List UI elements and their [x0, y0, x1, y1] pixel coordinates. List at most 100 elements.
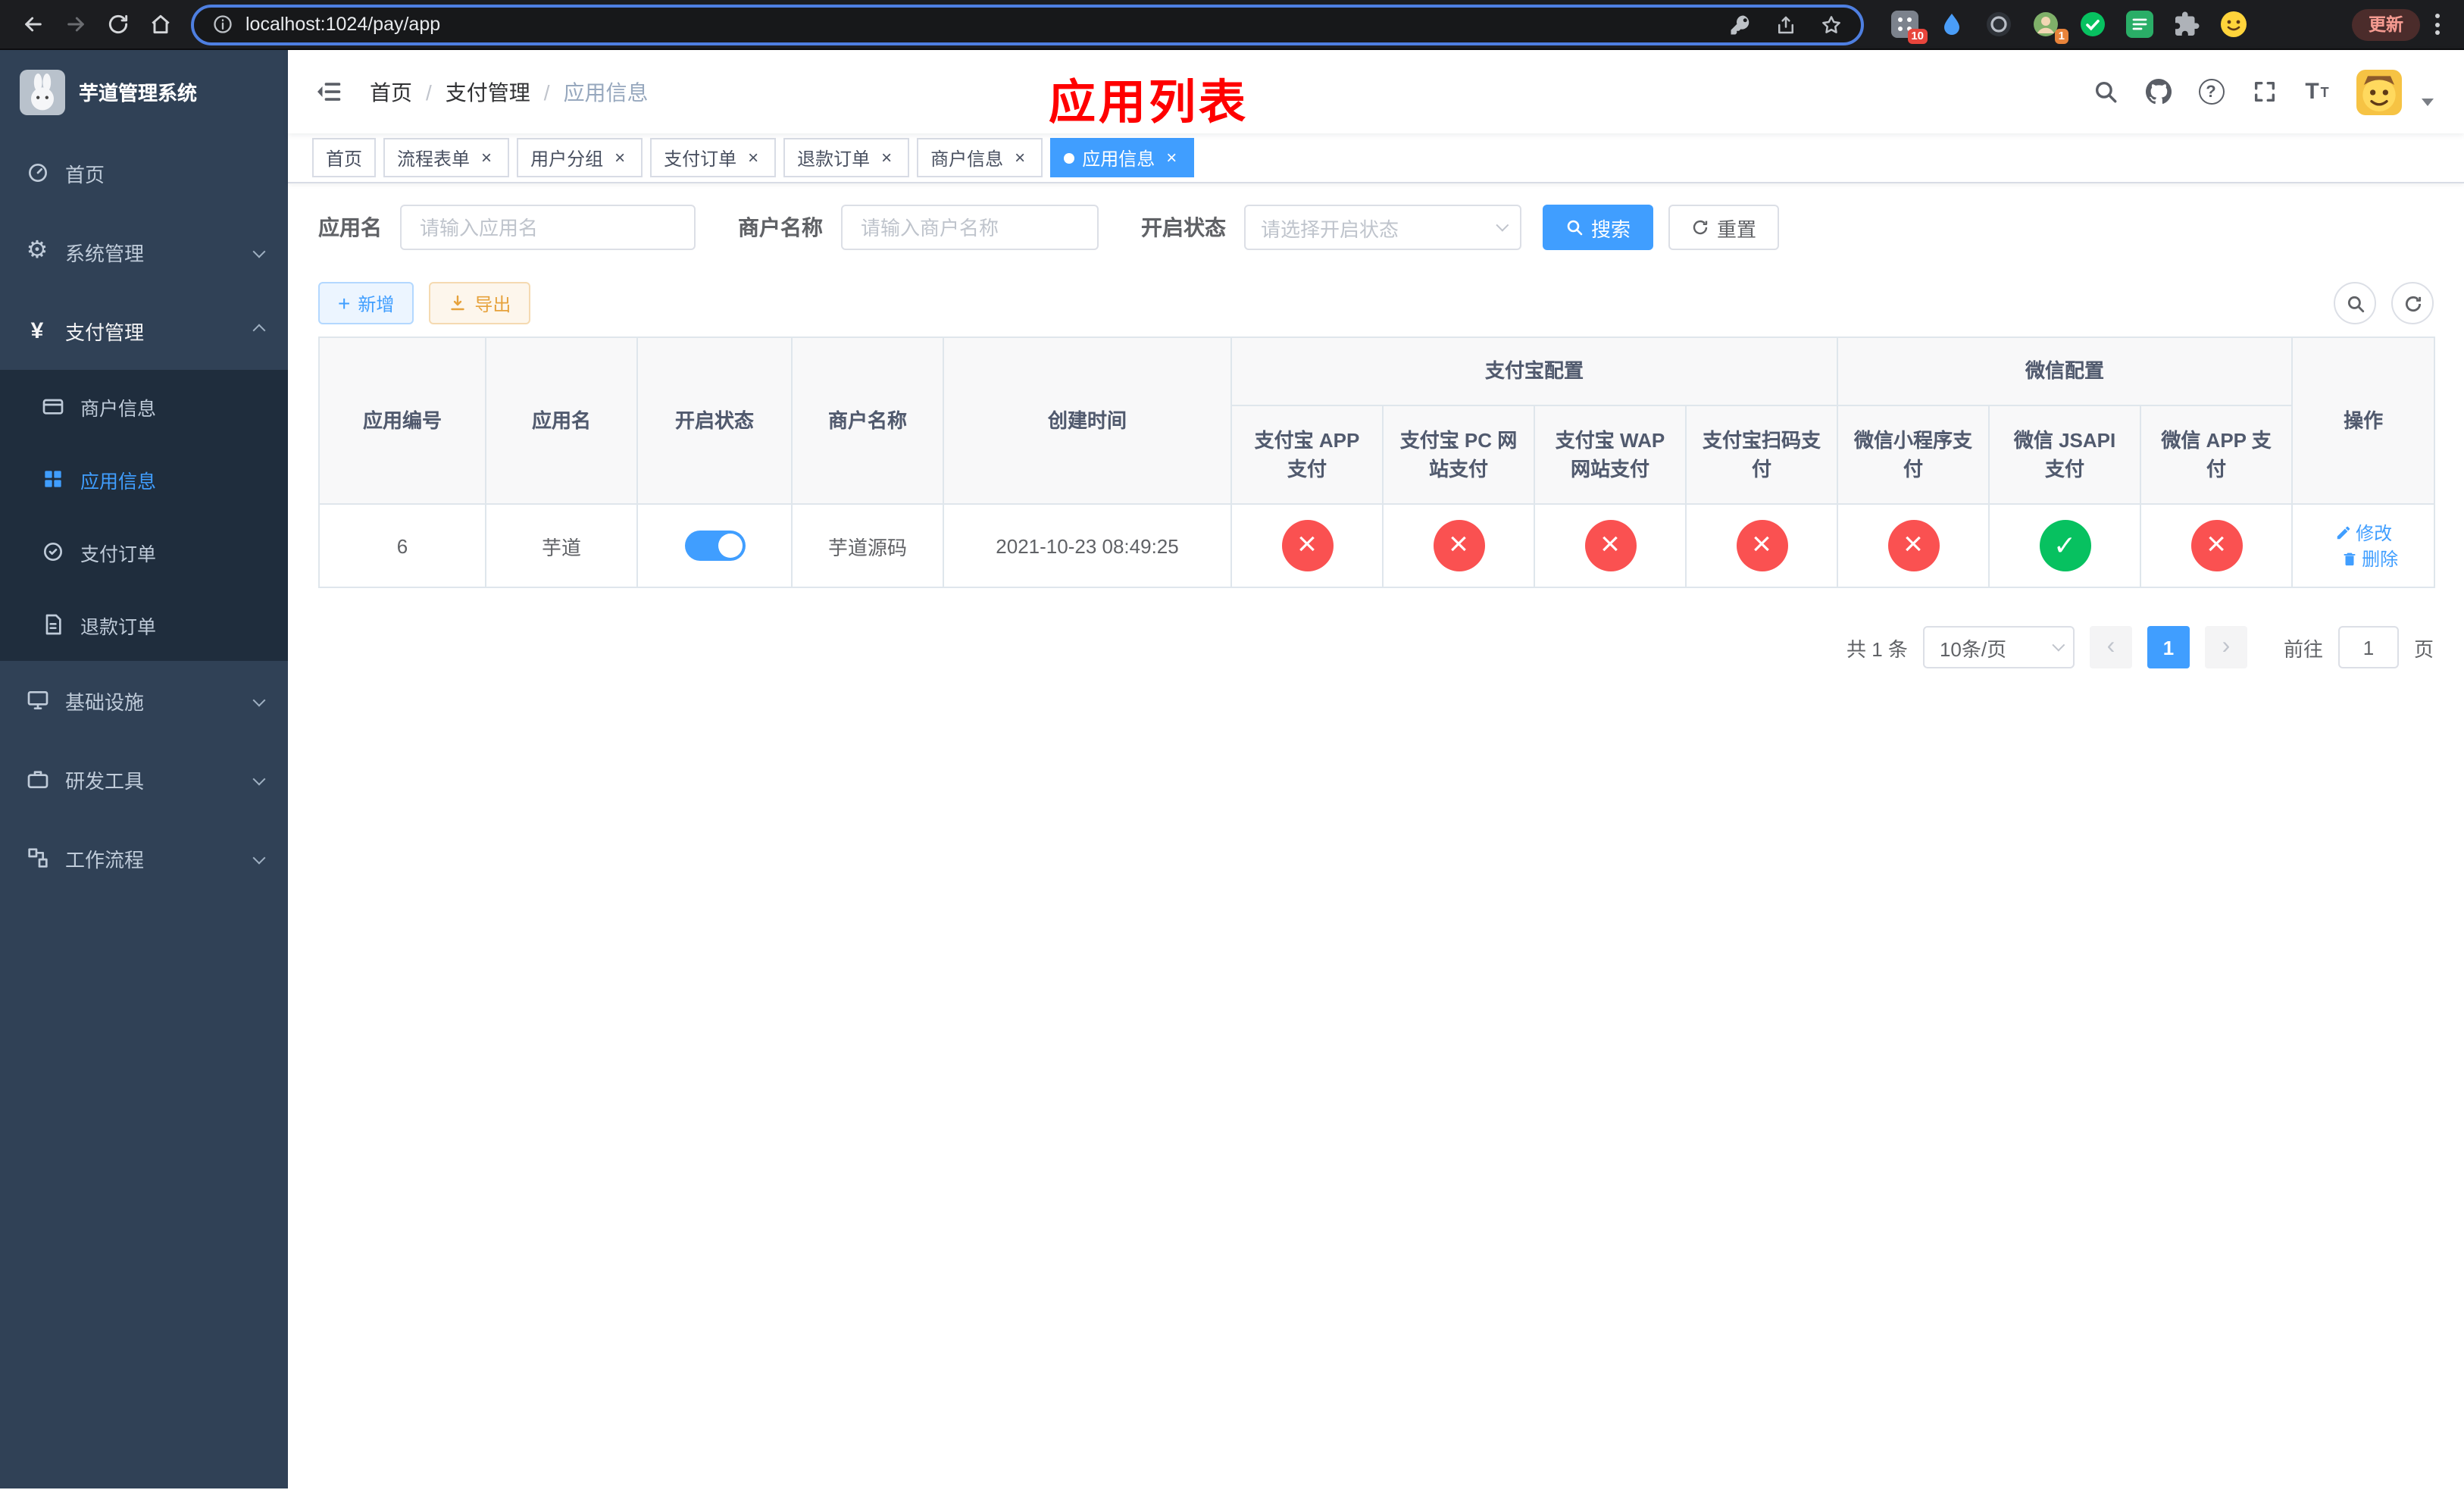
sidebar-menu: 首页 系统管理 支付管理 商户信息	[0, 133, 288, 897]
chat-extension-icon[interactable]	[2126, 11, 2153, 38]
prev-page-button[interactable]	[2089, 626, 2132, 668]
col-header-alipay-qr: 支付宝扫码支付	[1684, 405, 1839, 505]
browser-reload-icon[interactable]	[97, 3, 139, 45]
sidebar-item-infrastructure[interactable]: 基础设施	[0, 661, 288, 740]
tag-app-info[interactable]: 应用信息	[1050, 138, 1195, 177]
app-name-input[interactable]	[400, 205, 696, 250]
tag-home[interactable]: 首页	[312, 138, 377, 177]
close-icon[interactable]	[1162, 149, 1180, 167]
col-header-wechat-lite: 微信小程序支付	[1837, 405, 1990, 505]
col-header-wechat-app: 微信 APP 支付	[2140, 405, 2294, 505]
payment-submenu: 商户信息 应用信息 支付订单 退款订单	[0, 370, 288, 661]
browser-back-icon[interactable]	[12, 3, 55, 45]
tag-merchant-info[interactable]: 商户信息	[917, 138, 1043, 177]
github-icon[interactable]	[2138, 72, 2178, 111]
main-area: 首页 支付管理 应用信息 应用列表	[288, 50, 2464, 1488]
share-icon[interactable]	[1775, 13, 1797, 36]
sidebar-item-merchant-info[interactable]: 商户信息	[0, 370, 288, 443]
cell-alipay-wap	[1534, 503, 1687, 588]
sidebar-item-system[interactable]: 系统管理	[0, 212, 288, 291]
url-bar[interactable]: localhost:1024/pay/app	[191, 4, 1864, 45]
cell-app-id: 6	[318, 503, 486, 588]
sidebar-item-payment[interactable]: 支付管理	[0, 291, 288, 370]
tag-process-form[interactable]: 流程表单	[383, 138, 510, 177]
water-drop-extension-icon[interactable]	[1938, 11, 1965, 38]
export-button[interactable]: 导出	[429, 282, 531, 324]
status-select[interactable]: 请选择开启状态	[1244, 205, 1521, 250]
toggle-search-button[interactable]	[2334, 282, 2376, 324]
delete-link[interactable]: 删除	[2340, 546, 2398, 571]
close-icon[interactable]	[1011, 149, 1029, 167]
green-check-extension-icon[interactable]	[2079, 11, 2106, 38]
table-toolbar: 新增 导出	[318, 282, 2434, 324]
reset-button[interactable]: 重置	[1668, 205, 1780, 250]
tag-refund-orders[interactable]: 退款订单	[783, 138, 910, 177]
search-icon[interactable]	[2085, 72, 2125, 111]
refresh-table-button[interactable]	[2391, 282, 2434, 324]
page-1-button[interactable]: 1	[2147, 626, 2190, 668]
fullscreen-icon[interactable]	[2244, 72, 2284, 111]
app-name-label: 应用名	[318, 215, 382, 239]
page-unit-label: 页	[2413, 637, 2434, 660]
merchant-name-input[interactable]	[841, 205, 1099, 250]
page-size-select[interactable]: 10条/页	[1922, 626, 2075, 668]
add-button[interactable]: 新增	[318, 282, 414, 324]
extensions-puzzle-icon[interactable]	[2173, 11, 2200, 38]
cell-merchant: 芋道源码	[791, 503, 944, 588]
sidebar-item-pay-orders[interactable]: 支付订单	[0, 515, 288, 588]
sidebar-item-label: 支付订单	[80, 543, 157, 565]
close-icon[interactable]	[477, 149, 496, 167]
sidebar-item-refund-orders[interactable]: 退款订单	[0, 588, 288, 661]
page-jump-input[interactable]	[2337, 626, 2399, 668]
user-avatar[interactable]	[2356, 69, 2402, 114]
url-text[interactable]: localhost:1024/pay/app	[245, 14, 440, 35]
edit-pencil-icon	[2336, 526, 2350, 540]
sidebar-item-app-info[interactable]: 应用信息	[0, 443, 288, 515]
edit-link[interactable]: 修改	[2334, 520, 2392, 546]
bookmark-star-icon[interactable]	[1820, 13, 1843, 36]
col-group-alipay: 支付宝配置	[1230, 337, 1839, 406]
close-icon[interactable]	[744, 149, 762, 167]
top-navbar: 首页 支付管理 应用信息 应用列表	[288, 50, 2464, 133]
close-icon[interactable]	[877, 149, 896, 167]
record-extension-icon[interactable]	[1985, 11, 2012, 38]
browser-forward-icon[interactable]	[55, 3, 97, 45]
app-title: 芋道管理系统	[79, 82, 198, 105]
extensions-area: 10 1	[1891, 11, 2247, 44]
sidebar-toggle-icon[interactable]	[309, 72, 349, 111]
grid-extension-icon[interactable]: 10	[1891, 11, 1928, 44]
browser-home-icon[interactable]	[139, 3, 182, 45]
chevron-down-icon	[2052, 638, 2065, 652]
cell-app-name: 芋道	[485, 503, 638, 588]
app-table: 应用编号 应用名 开启状态 商户名称 创建时间 支付宝配置 微信配置 操作 支付…	[318, 337, 2436, 588]
sidebar-item-label: 研发工具	[65, 769, 145, 792]
search-button[interactable]: 搜索	[1543, 205, 1654, 250]
chevron-up-icon	[252, 324, 266, 337]
profile-extension-icon[interactable]: 1	[2032, 11, 2068, 44]
extension-badge: 1	[2054, 28, 2068, 44]
font-size-icon[interactable]	[2297, 72, 2337, 111]
tag-pay-orders[interactable]: 支付订单	[650, 138, 777, 177]
breadcrumb-payment[interactable]: 支付管理	[446, 77, 530, 107]
user-menu-caret-icon[interactable]	[2422, 99, 2434, 106]
yen-icon	[24, 318, 50, 343]
browser-update-button[interactable]: 更新	[2352, 8, 2420, 40]
sidebar-item-dev-tools[interactable]: 研发工具	[0, 740, 288, 819]
browser-menu-icon[interactable]	[2435, 14, 2440, 35]
emoji-profile-icon[interactable]	[2220, 11, 2247, 38]
sidebar-item-label: 退款订单	[80, 616, 157, 637]
site-info-icon[interactable]	[212, 14, 233, 35]
next-page-button[interactable]	[2204, 626, 2247, 668]
app-logo[interactable]: 芋道管理系统	[0, 50, 288, 133]
breadcrumb-home[interactable]: 首页	[370, 77, 412, 107]
help-icon[interactable]	[2191, 72, 2231, 111]
extension-badge: 10	[1907, 28, 1928, 44]
sidebar-item-home[interactable]: 首页	[0, 133, 288, 212]
pagination: 共 1 条 10条/页 1 前往 页	[318, 626, 2434, 668]
tag-user-group[interactable]: 用户分组	[517, 138, 643, 177]
close-icon[interactable]	[611, 149, 629, 167]
password-key-icon[interactable]	[1729, 13, 1752, 36]
status-toggle[interactable]	[684, 531, 745, 561]
sidebar-item-workflow[interactable]: 工作流程	[0, 819, 288, 897]
search-icon	[2347, 295, 2364, 312]
